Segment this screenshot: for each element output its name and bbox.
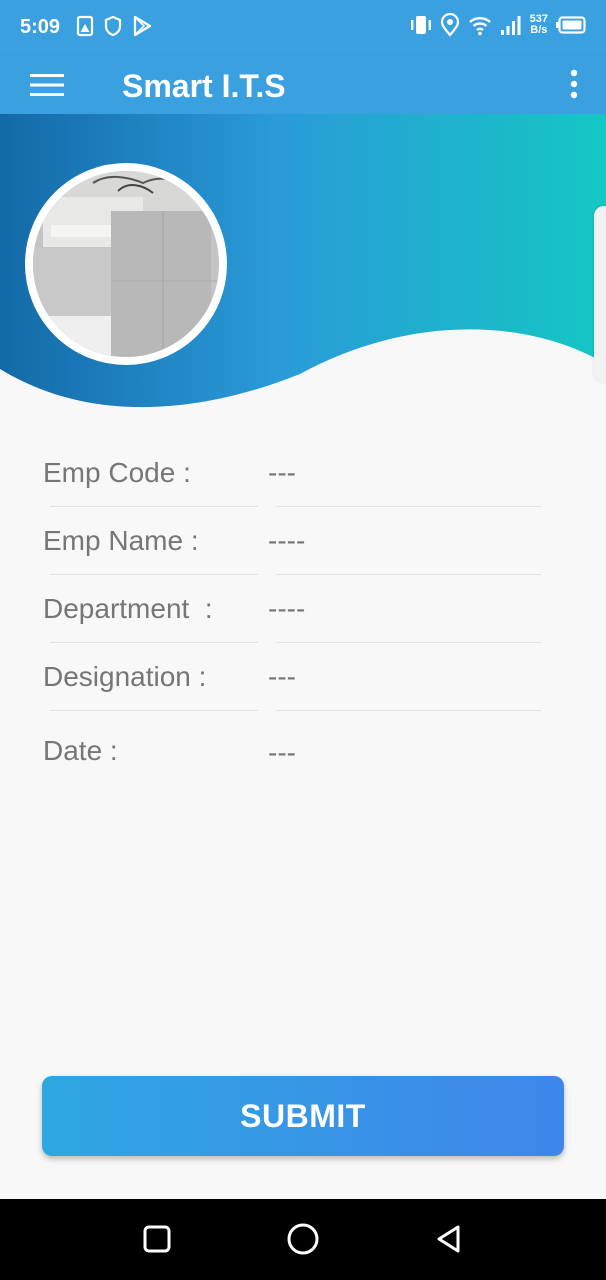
divider xyxy=(276,506,541,507)
signal-icon xyxy=(500,16,521,35)
location-icon xyxy=(440,13,459,37)
divider xyxy=(50,710,258,711)
navigation-bar xyxy=(0,1199,606,1280)
status-bar: 5:09 537 B/s xyxy=(0,0,606,55)
form-row-emp-name: Emp Name : ---- xyxy=(0,517,606,577)
status-notification-icons xyxy=(76,15,152,37)
divider xyxy=(276,574,541,575)
recents-button[interactable] xyxy=(137,1219,177,1259)
home-circle-icon xyxy=(287,1223,319,1255)
home-button[interactable] xyxy=(283,1219,323,1259)
battery-icon xyxy=(556,16,586,34)
recents-square-icon xyxy=(143,1225,171,1253)
wifi-icon xyxy=(468,17,491,36)
emp-name-label: Emp Name : xyxy=(43,525,199,556)
department-value: ---- xyxy=(268,593,306,624)
hamburger-menu-icon xyxy=(30,74,64,96)
profile-photo-image xyxy=(33,171,219,357)
date-value: --- xyxy=(268,737,296,768)
back-button[interactable] xyxy=(429,1219,469,1259)
divider xyxy=(50,506,258,507)
back-triangle-icon xyxy=(437,1225,460,1253)
shield-icon xyxy=(104,15,122,37)
status-system-icons: 537 B/s xyxy=(410,13,586,37)
submit-button[interactable]: SUBMIT xyxy=(42,1076,564,1156)
profile-photo xyxy=(25,163,227,365)
department-label: Department : xyxy=(43,593,213,624)
divider xyxy=(50,642,258,643)
app-title: Smart I.T.S xyxy=(122,68,286,104)
status-time: 5:09 xyxy=(20,16,61,38)
date-label: Date : xyxy=(43,735,118,766)
play-store-icon xyxy=(133,15,152,37)
form-row-department: Department : ---- xyxy=(0,585,606,645)
designation-label: Designation : xyxy=(43,661,207,692)
network-speed-unit: B/s xyxy=(530,24,548,36)
designation-value: --- xyxy=(268,661,296,692)
overflow-menu-button[interactable] xyxy=(566,69,582,99)
vibrate-icon xyxy=(410,16,431,34)
divider xyxy=(276,710,541,711)
form-row-emp-code: Emp Code : --- xyxy=(0,449,606,509)
form-row-designation: Designation : --- xyxy=(0,653,606,713)
app-bar: Smart I.T.S xyxy=(0,55,606,114)
menu-button[interactable] xyxy=(30,70,64,100)
gallery-notification-icon xyxy=(76,15,94,37)
emp-code-label: Emp Code : xyxy=(43,457,191,488)
more-vert-icon xyxy=(570,69,578,99)
network-speed: 537 B/s xyxy=(530,14,548,36)
form-row-date: Date : --- xyxy=(0,727,606,787)
divider xyxy=(276,642,541,643)
divider xyxy=(50,574,258,575)
side-drawer-handle[interactable] xyxy=(594,206,606,382)
emp-name-value: ---- xyxy=(268,525,306,556)
emp-code-value: --- xyxy=(268,457,296,488)
